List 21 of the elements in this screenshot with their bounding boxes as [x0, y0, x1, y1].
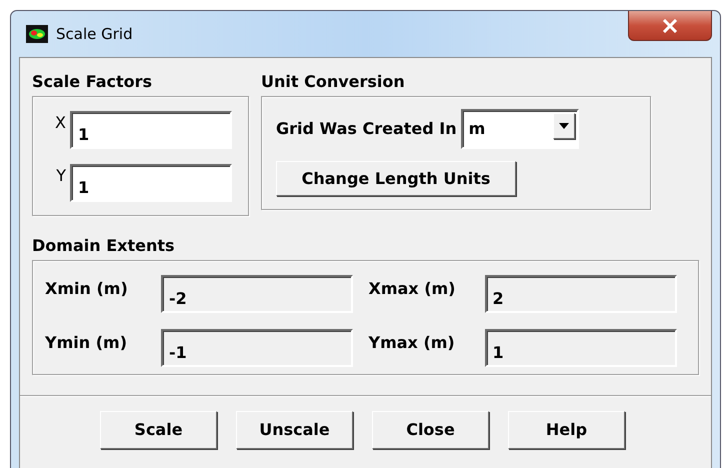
group-title: Scale Factors: [32, 72, 154, 92]
change-length-units-button[interactable]: Change Length Units: [276, 161, 516, 196]
field-label: Ymax (m): [368, 332, 456, 354]
field-label: Xmax (m): [368, 278, 456, 300]
group-title: Domain Extents: [32, 236, 176, 256]
dialog-button[interactable]: Unscale: [236, 411, 353, 449]
field-label: Xmin (m): [45, 278, 129, 300]
group-title: Unit Conversion: [261, 72, 406, 92]
dialog-button[interactable]: Help: [508, 411, 625, 449]
field-label: Grid Was Created In: [276, 118, 457, 140]
input-field[interactable]: 1: [70, 164, 232, 202]
close-icon[interactable]: [628, 11, 712, 41]
input-field[interactable]: 1: [70, 111, 232, 149]
unit-dropdown[interactable]: m: [460, 109, 579, 149]
window-title: Scale Grid: [56, 24, 133, 45]
app-icon: [26, 25, 48, 43]
field-label: Y: [55, 165, 66, 187]
dialog-button[interactable]: Close: [372, 411, 489, 449]
field-label: X: [54, 112, 66, 134]
field-label: Ymin (m): [45, 332, 128, 354]
dialog-button[interactable]: Scale: [100, 411, 217, 449]
